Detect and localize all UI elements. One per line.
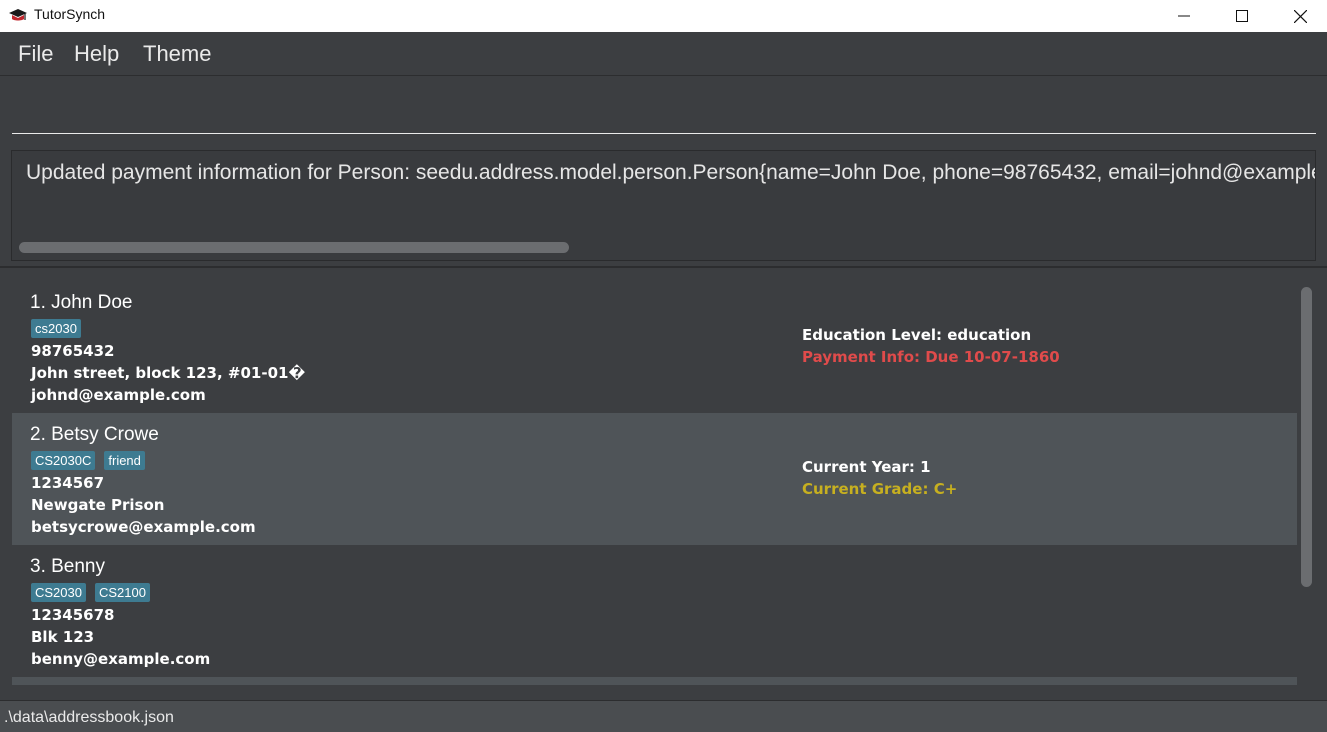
person-card[interactable]: 3. Benny CS2030 CS2100 12345678 Blk 123 … — [12, 545, 1297, 677]
person-name: 3. Benny — [30, 556, 105, 577]
tag: CS2100 — [94, 583, 150, 602]
window-title: TutorSynch — [34, 6, 106, 22]
close-icon — [1293, 9, 1307, 23]
menu-help[interactable]: Help — [74, 41, 119, 67]
command-input[interactable] — [12, 77, 1316, 134]
minimize-icon — [1178, 15, 1190, 17]
person-list-panel: 1. John Doe cs2030 98765432 John street,… — [0, 270, 1327, 698]
result-message: Updated payment information for Person: … — [26, 161, 1316, 184]
menu-theme[interactable]: Theme — [143, 41, 211, 67]
person-email: johnd@example.com — [31, 386, 206, 404]
current-year: Current Year: 1 — [802, 458, 931, 476]
data-file-path: .\data\addressbook.json — [4, 709, 174, 726]
person-address: Blk 123 — [31, 628, 95, 646]
menu-bar: File Help Theme — [0, 32, 1327, 76]
tag: friend — [104, 451, 145, 470]
person-name: 1. John Doe — [30, 292, 133, 313]
close-button[interactable] — [1271, 0, 1327, 32]
person-address: John street, block 123, #01-01� — [31, 364, 306, 382]
title-bar: TutorSynch — [0, 0, 1327, 32]
person-phone: 1234567 — [31, 474, 105, 492]
person-list-vertical-scrollbar[interactable] — [1299, 281, 1315, 685]
person-address: Newgate Prison — [31, 496, 165, 514]
tag: CS2030C — [31, 451, 96, 470]
tag-list: CS2030 CS2100 — [31, 583, 150, 602]
minimize-button[interactable] — [1155, 0, 1213, 32]
graduation-cap-icon — [9, 9, 27, 21]
tag: CS2030 — [31, 583, 86, 602]
menu-file[interactable]: File — [18, 41, 53, 67]
result-display[interactable]: Updated payment information for Person: … — [11, 150, 1316, 261]
person-list: 1. John Doe cs2030 98765432 John street,… — [12, 281, 1297, 685]
command-box — [0, 77, 1327, 143]
person-email: betsycrowe@example.com — [31, 518, 256, 536]
payment-info: Payment Info: Due 10-07-1860 — [802, 348, 1060, 366]
status-bar: .\data\addressbook.json — [0, 700, 1327, 732]
tag: cs2030 — [31, 319, 81, 338]
education-level: Education Level: education — [802, 326, 1032, 344]
person-name: 2. Betsy Crowe — [30, 424, 159, 445]
result-display-panel: Updated payment information for Person: … — [0, 143, 1327, 268]
person-phone: 98765432 — [31, 342, 115, 360]
maximize-button[interactable] — [1213, 0, 1271, 32]
person-card[interactable]: 1. John Doe cs2030 98765432 John street,… — [12, 281, 1297, 413]
scrollbar-thumb[interactable] — [1301, 287, 1312, 587]
next-card-edge — [12, 677, 1297, 685]
result-horizontal-scrollbar[interactable] — [19, 242, 569, 253]
person-phone: 12345678 — [31, 606, 115, 624]
person-email: benny@example.com — [31, 650, 211, 668]
tag-list: CS2030C friend — [31, 451, 145, 470]
person-card[interactable]: 2. Betsy Crowe CS2030C friend 1234567 Ne… — [12, 413, 1297, 545]
maximize-icon — [1236, 10, 1248, 22]
tag-list: cs2030 — [31, 319, 81, 338]
current-grade: Current Grade: C+ — [802, 480, 958, 498]
